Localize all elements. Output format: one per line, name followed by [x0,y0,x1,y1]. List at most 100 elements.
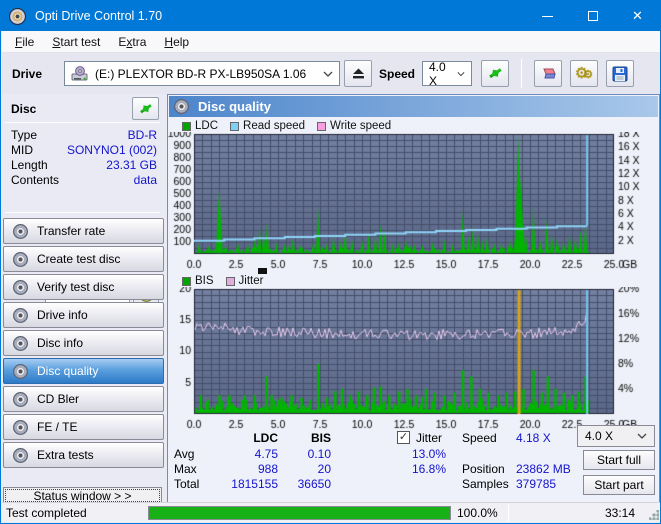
disc-length-label: Length [11,158,48,172]
sidebar-item-drive-info[interactable]: Drive info [3,302,164,328]
titlebar: Opti Drive Control 1.70 ✕ [1,1,660,31]
sidebar-item-transfer-rate[interactable]: Transfer rate [3,218,164,244]
avg-row-label: Avg [174,447,195,461]
app-disc-icon [9,7,26,25]
save-button[interactable] [606,60,634,87]
main-panel: Disc quality LDC Read speed Write speed BI… [167,94,660,504]
menu-item-file[interactable]: File [6,32,43,52]
legend-label: Jitter [238,275,264,287]
refresh-button[interactable] [481,60,509,87]
chart1-legend: LDC Read speed Write speed [182,120,391,132]
progress-bar [148,506,451,520]
settings-button[interactable]: ⚙⚙ [570,60,598,87]
ldc-read-speed-chart [168,132,659,274]
disc-icon [13,335,28,351]
chart2-legend: BIS Jitter [182,275,263,287]
refresh-arrows-icon [488,68,502,79]
total-bis: 36650 [297,477,331,491]
disc-icon [13,223,28,239]
statusbar-divider [508,504,509,522]
disc-icon [13,391,28,407]
sidebar-item-label: Drive info [37,308,88,322]
disc-type-label: Type [11,128,38,142]
speed-stat-value: 4.18 X [516,431,551,445]
disc-icon [13,307,28,323]
disc-mid-value: SONYNO1 (002) [66,143,157,157]
speed-stat-label: Speed [462,431,497,445]
save-floppy-icon [612,66,628,81]
maximize-icon [587,11,598,21]
disc-mid-label: MID [11,143,33,157]
disc-icon [13,279,28,295]
chevron-down-icon [637,433,647,439]
drive-select[interactable]: (E:) PLEXTOR BD-R PX-LB950SA 1.06 [64,61,340,86]
status-text: Test completed [6,506,87,520]
bis-column-header: BIS [310,431,331,445]
sidebar-item-create-test-disc[interactable]: Create test disc [3,246,164,272]
menu-item-start-test[interactable]: Start test [43,32,109,52]
close-button[interactable]: ✕ [615,1,660,31]
close-icon: ✕ [632,8,643,23]
start-part-button[interactable]: Start part [583,475,655,495]
sidebar-item-disc-info[interactable]: Disc info [3,330,164,356]
speed-select[interactable]: 4.0 X [577,425,655,447]
samples-label: Samples [462,477,509,491]
legend-swatch [230,121,240,131]
position-label: Position [462,462,505,476]
ldc-column-header: LDC [253,431,278,445]
speed-value: 4.0 X [429,59,446,88]
legend-swatch [225,276,235,286]
sidebar-item-extra-tests[interactable]: Extra tests [3,442,164,468]
window-title: Opti Drive Control 1.70 [35,9,163,23]
disc-type-value: BD-R [127,128,157,142]
erase-disc-button[interactable] [534,60,562,87]
sidebar: Disc Type BD-R MID SONYNO1 (002) Length 23.… [3,95,164,504]
page-header: Disc quality [169,96,658,117]
sidebar-item-fe-te[interactable]: FE / TE [3,414,164,440]
bis-jitter-chart [168,287,659,429]
legend-label: BIS [195,275,214,287]
samples-value: 379785 [516,477,557,491]
legend-label: LDC [195,120,219,132]
page-title: Disc quality [198,99,271,114]
max-jitter: 16.8% [411,462,446,476]
sidebar-item-verify-test-disc[interactable]: Verify test disc [3,274,164,300]
eject-button[interactable] [344,60,372,87]
sidebar-item-label: Create test disc [37,252,121,266]
avg-bis: 0.10 [307,447,331,461]
sidebar-item-label: FE / TE [37,420,78,434]
chevron-down-icon [323,71,333,77]
menu-item-extra[interactable]: Extra [109,32,155,52]
position-value: 23862 MB [516,462,571,476]
legend-black-marker [258,268,267,274]
speed-select-toolbar[interactable]: 4.0 X [422,59,472,88]
disc-contents-label: Contents [11,173,60,187]
max-ldc: 988 [257,462,278,476]
disc-icon [13,419,28,435]
statusbar: Test completed 100.0% 33:14 [2,502,660,522]
disc-contents-value: data [133,173,157,187]
sidebar-item-label: CD Bler [37,392,80,406]
minimize-button[interactable] [525,1,570,31]
stats-panel: LDC BIS ✓ Jitter Speed 4.18 X 4.0 X Avg … [168,425,659,503]
disc-length-value: 23.31 GB [106,158,157,172]
legend-swatch [182,276,191,286]
sidebar-item-cd-bler[interactable]: CD Bler [3,386,164,412]
speed-select-value: 4.0 X [585,429,614,443]
drive-label: Drive [12,66,43,81]
sidebar-item-label: Transfer rate [37,224,106,238]
sidebar-item-label: Disc info [37,336,84,350]
gears-icon: ⚙⚙ [574,65,594,82]
menu-item-help[interactable]: Help [155,32,198,52]
start-full-button[interactable]: Start full [583,450,655,470]
sidebar-item-label: Disc quality [37,364,99,378]
total-row-label: Total [174,477,200,491]
legend-label: Read speed [243,120,306,132]
maximize-button[interactable] [570,1,615,31]
disc-refresh-button[interactable] [132,97,159,120]
resize-grip[interactable] [649,510,659,520]
jitter-checkbox[interactable]: ✓ [397,431,410,444]
sidebar-item-disc-quality[interactable]: Disc quality [3,358,164,384]
eraser-icon [543,68,556,78]
app-window: Opti Drive Control 1.70 ✕ File Start test… [0,0,661,524]
